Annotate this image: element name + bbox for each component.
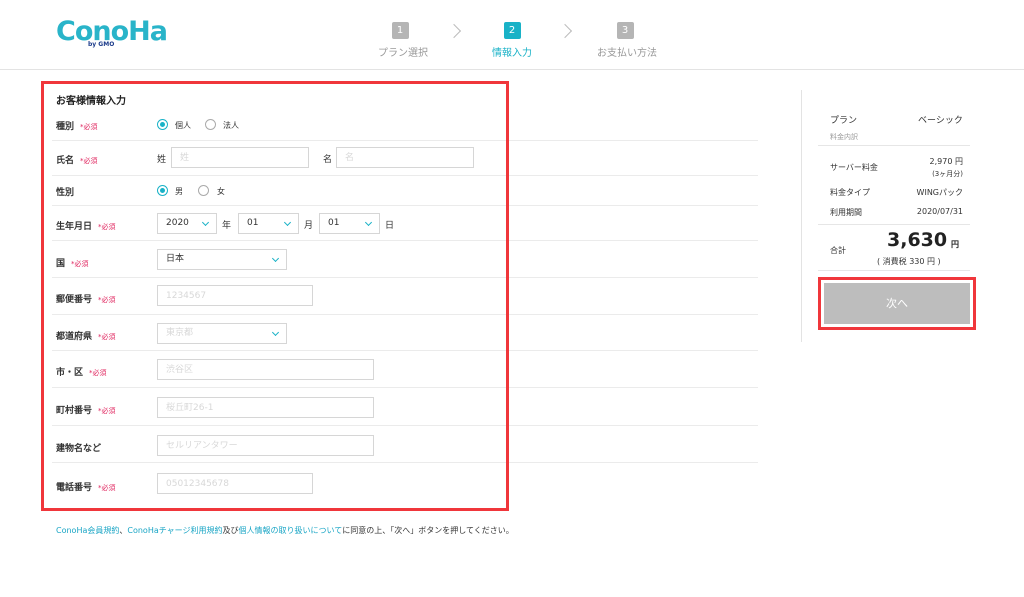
step-2-label: 情報入力	[492, 48, 532, 59]
step-1-label: プラン選択	[378, 48, 428, 59]
server-fee-note: (3ヶ月分)	[932, 170, 963, 178]
chevron-right-icon	[446, 23, 462, 39]
fee-type-label: 料金タイプ	[830, 188, 870, 197]
privacy-policy-link[interactable]: 個人情報の取り扱いについて	[239, 526, 343, 535]
summary-divider-line	[818, 224, 970, 225]
total-label: 合計	[830, 246, 846, 255]
step-3-label: お支払い方法	[597, 48, 657, 59]
fee-type-value: WINGパック	[916, 188, 963, 197]
form-highlight-box	[41, 81, 509, 511]
summary-divider-line	[818, 270, 970, 271]
server-fee-label: サーバー料金	[830, 163, 878, 172]
terms-text: ConoHa会員規約、ConoHaチャージ利用規約及び個人情報の取り扱いについて…	[56, 526, 514, 535]
total-amount: 3,630	[887, 229, 948, 251]
next-button[interactable]: 次へ	[824, 283, 970, 324]
member-terms-link[interactable]: ConoHa会員規約	[56, 526, 119, 535]
period-label: 利用期間	[830, 208, 862, 217]
header: ConoHa by GMO 1 プラン選択 2 情報入力 3 お支払い方法	[0, 0, 1024, 70]
step-3: 3 お支払い方法	[597, 18, 657, 59]
plan-label: プラン	[830, 116, 858, 126]
server-fee-value: 2,970 円	[929, 157, 963, 166]
period-value: 2020/07/31	[916, 207, 963, 216]
chevron-right-icon	[557, 23, 573, 39]
step-2-number: 2	[503, 22, 521, 39]
total-unit: 円	[951, 240, 959, 249]
step-2: 2 情報入力	[492, 18, 532, 59]
tax-note: ( 消費税 330 円 )	[877, 257, 941, 266]
plan-value: ベーシック	[918, 116, 963, 126]
logo-subtext: by GMO	[88, 41, 115, 48]
step-1: 1 プラン選択	[378, 18, 428, 59]
summary-divider	[801, 90, 802, 342]
breakdown-label: 料金内訳	[830, 133, 858, 141]
summary-divider-line	[818, 145, 970, 146]
step-1-number: 1	[391, 22, 409, 39]
charge-terms-link[interactable]: ConoHaチャージ利用規約	[127, 526, 222, 535]
step-3-number: 3	[616, 22, 634, 39]
